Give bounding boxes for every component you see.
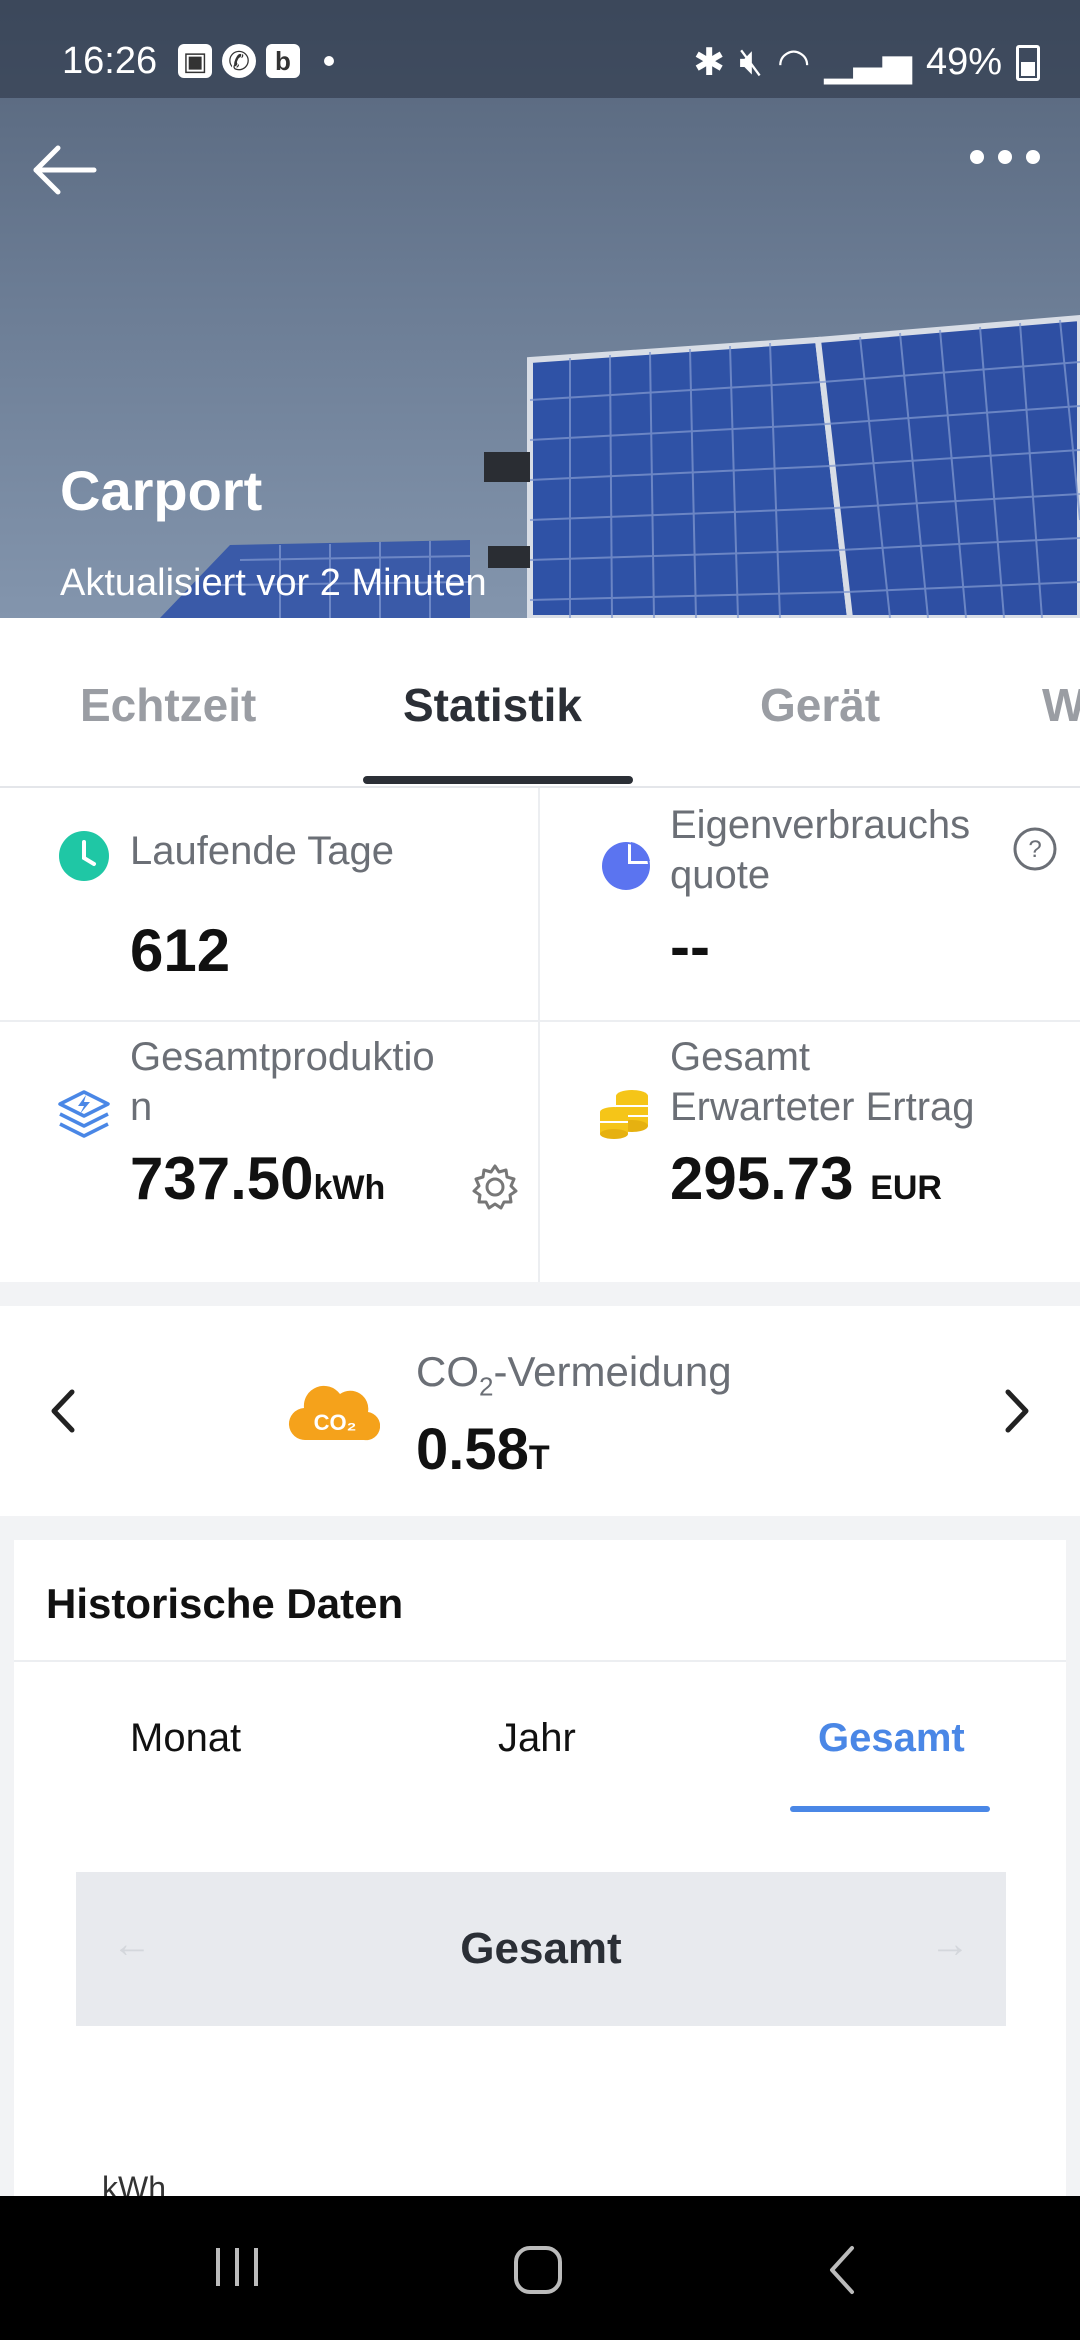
stat-self-consumption: Eigenverbrauchs quote ? -- bbox=[540, 788, 1078, 1020]
stat-value: -- bbox=[670, 913, 710, 980]
battery-icon bbox=[1016, 44, 1040, 81]
status-bar: 16:26 ▣ ✆ b ✱ 🔇︎ ◠ ▁▃▅ 49% bbox=[0, 0, 1080, 98]
status-time: 16:26 bbox=[62, 40, 158, 82]
layers-bolt-icon bbox=[58, 1090, 110, 1138]
co2-badge-text: CO₂ bbox=[314, 1410, 357, 1435]
system-back-icon[interactable] bbox=[824, 2244, 860, 2296]
clock-icon bbox=[59, 831, 109, 881]
notification-dot-icon bbox=[324, 56, 334, 66]
stat-label-line1: Gesamtproduktio bbox=[130, 1035, 435, 1079]
home-icon[interactable] bbox=[512, 2244, 564, 2296]
tab-statistik[interactable]: Statistik bbox=[403, 678, 582, 732]
pie-chart-icon bbox=[602, 842, 650, 890]
signal-icon: ▁▃▅ bbox=[824, 42, 912, 84]
co2-value: 0.58 bbox=[416, 1417, 529, 1482]
mute-icon: 🔇︎ bbox=[739, 41, 764, 83]
tab-total[interactable]: Gesamt bbox=[818, 1716, 965, 1761]
stat-value: 612 bbox=[130, 917, 231, 984]
stat-label: Laufende Tage bbox=[130, 829, 394, 873]
image-icon: ▣ bbox=[178, 44, 212, 78]
historical-data-card: Historische Daten Monat Jahr Gesamt ← Ge… bbox=[14, 1540, 1066, 2300]
co2-cloud-icon: CO₂ bbox=[289, 1385, 380, 1441]
bluetooth-icon: ✱ bbox=[693, 42, 726, 84]
help-icon[interactable]: ? bbox=[1012, 826, 1058, 872]
b-icon: b bbox=[266, 44, 300, 78]
gear-icon[interactable] bbox=[470, 1162, 520, 1212]
stat-label-line2: quote bbox=[670, 853, 771, 897]
page-title: Carport bbox=[60, 459, 263, 522]
stat-label-line2: Erwarteter Ertrag bbox=[670, 1085, 975, 1129]
tab-echtzeit[interactable]: Echtzeit bbox=[80, 678, 256, 732]
stat-running-days: Laufende Tage 612 bbox=[0, 788, 538, 1020]
stats-grid: Laufende Tage 612 Eigenverbrauchs quote … bbox=[0, 788, 1080, 1282]
stat-label-line1: Gesamt bbox=[670, 1035, 811, 1079]
coins-icon bbox=[600, 1090, 648, 1139]
section-title: Historische Daten bbox=[46, 1580, 404, 1627]
active-tab-indicator bbox=[363, 776, 633, 784]
battery-level: 49% bbox=[925, 41, 1002, 83]
stat-value: 295.73 bbox=[670, 1145, 854, 1212]
period-next-arrow-icon[interactable]: → bbox=[930, 1922, 970, 1967]
chevron-left-icon[interactable] bbox=[44, 1386, 80, 1436]
back-arrow-icon[interactable] bbox=[30, 140, 100, 200]
recent-apps-icon[interactable] bbox=[212, 2244, 262, 2290]
stat-unit: EUR bbox=[870, 1169, 942, 1207]
more-options-icon[interactable] bbox=[970, 150, 1040, 164]
tab-month[interactable]: Monat bbox=[130, 1716, 241, 1761]
chevron-right-icon[interactable] bbox=[1000, 1386, 1036, 1436]
last-updated-text: Aktualisiert vor 2 Minuten bbox=[60, 562, 487, 604]
co2-label: CO2-Vermeidung bbox=[416, 1348, 732, 1402]
co2-unit: T bbox=[528, 1439, 550, 1477]
stat-total-production: Gesamtproduktio n 737.50kWh bbox=[0, 1022, 538, 1254]
whatsapp-icon: ✆ bbox=[222, 44, 256, 78]
stat-unit: kWh bbox=[313, 1169, 386, 1207]
tab-geraet[interactable]: Gerät bbox=[760, 678, 880, 732]
svg-text:?: ? bbox=[1028, 836, 1041, 863]
period-label: Gesamt bbox=[460, 1924, 622, 1973]
header-hero: 16:26 ▣ ✆ b ✱ 🔇︎ ◠ ▁▃▅ 49% Carport Aktua… bbox=[0, 0, 1080, 618]
co2-avoidance-card: CO₂ CO2-Vermeidung 0.58T bbox=[0, 1306, 1080, 1516]
tab-year[interactable]: Jahr bbox=[498, 1716, 576, 1761]
system-navigation-bar bbox=[0, 2196, 1080, 2340]
stat-label-line2: n bbox=[130, 1085, 153, 1129]
stat-expected-yield: Gesamt Erwarteter Ertrag 295.73 EUR bbox=[540, 1022, 1078, 1254]
wifi-icon: ◠ bbox=[777, 42, 811, 84]
main-tabs: Echtzeit Statistik Gerät W bbox=[0, 618, 1080, 788]
period-selector: ← Gesamt → bbox=[76, 1872, 1006, 2026]
tab-more[interactable]: W bbox=[1042, 678, 1080, 732]
active-history-tab-indicator bbox=[790, 1806, 990, 1812]
stat-label-line1: Eigenverbrauchs bbox=[670, 803, 971, 847]
stat-value: 737.50 bbox=[130, 1145, 314, 1212]
